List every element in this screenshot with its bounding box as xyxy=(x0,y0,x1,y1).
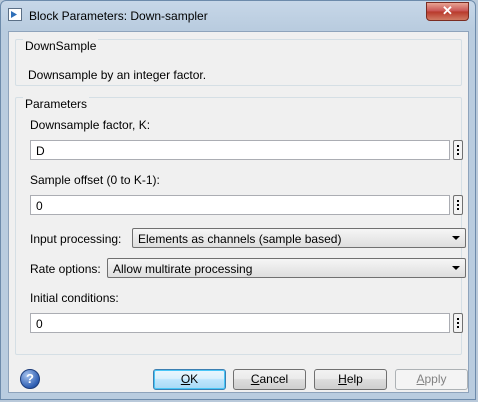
initial-conditions-input[interactable]: 0 xyxy=(30,313,450,333)
downsample-factor-input[interactable]: D xyxy=(30,140,450,160)
rate-options-value: Allow multirate processing xyxy=(113,262,253,276)
apply-mnemonic: A xyxy=(416,372,425,386)
block-name: DownSample xyxy=(23,39,99,53)
chevron-down-icon xyxy=(452,236,460,240)
input-processing-label: Input processing: xyxy=(30,232,122,246)
initial-conditions-label: Initial conditions: xyxy=(30,291,119,305)
downsample-factor-label: Downsample factor, K: xyxy=(30,118,151,132)
rate-options-label: Rate options: xyxy=(30,262,101,276)
parameters-title: Parameters xyxy=(23,97,90,111)
ok-label: K xyxy=(190,372,199,386)
parameters-group: Parameters Downsample factor, K: D Sampl… xyxy=(15,97,466,355)
apply-label: pply xyxy=(424,372,447,386)
window-title: Block Parameters: Down-sampler xyxy=(29,9,208,23)
rate-options-select[interactable]: Allow multirate processing xyxy=(107,258,466,278)
close-icon: ✕ xyxy=(442,3,453,18)
input-processing-value: Elements as channels (sample based) xyxy=(138,232,342,246)
block-description: Downsample by an integer factor. xyxy=(28,68,207,82)
sample-offset-edit-button[interactable] xyxy=(453,195,463,215)
apply-button[interactable]: Apply xyxy=(395,369,468,390)
dialog-client-area: DownSample Downsample by an integer fact… xyxy=(8,31,469,393)
help-icon[interactable]: ? xyxy=(20,369,40,389)
ok-mnemonic: O xyxy=(180,372,191,386)
sample-offset-label: Sample offset (0 to K-1): xyxy=(30,173,160,187)
downsample-factor-edit-button[interactable] xyxy=(453,140,463,160)
title-bar[interactable]: Block Parameters: Down-sampler ✕ xyxy=(1,1,475,31)
chevron-down-icon xyxy=(452,266,460,270)
dialog-window: Block Parameters: Down-sampler ✕ DownSam… xyxy=(0,0,476,400)
sample-offset-input[interactable]: 0 xyxy=(30,195,450,215)
simulink-block-icon xyxy=(8,8,22,21)
help-button[interactable]: Help xyxy=(314,369,387,390)
block-description-group: DownSample Downsample by an integer fact… xyxy=(15,39,462,86)
initial-conditions-edit-button[interactable] xyxy=(453,313,463,333)
help-label: elp xyxy=(346,372,363,386)
cancel-label: ancel xyxy=(259,372,289,386)
close-button[interactable]: ✕ xyxy=(426,2,469,21)
input-processing-select[interactable]: Elements as channels (sample based) xyxy=(132,228,466,248)
help-mnemonic: H xyxy=(338,372,347,386)
ok-button[interactable]: OK xyxy=(153,369,226,390)
cancel-button[interactable]: Cancel xyxy=(233,369,306,390)
